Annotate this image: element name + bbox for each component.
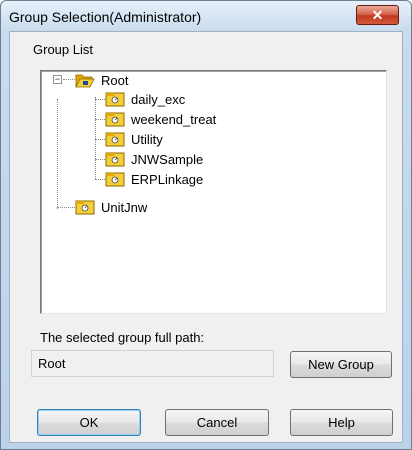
tree-connector bbox=[95, 139, 105, 140]
group-list-label: Group List bbox=[33, 42, 93, 57]
tree-node-label: weekend_treat bbox=[131, 111, 217, 127]
tree-connector bbox=[95, 119, 105, 120]
tree-node-label: Root bbox=[101, 72, 129, 88]
cancel-button[interactable]: Cancel bbox=[165, 409, 269, 436]
tree-node-label: UnitJnw bbox=[101, 199, 148, 215]
tree-node-weekend-treat[interactable]: weekend_treat bbox=[105, 110, 216, 128]
tree-node-unitjnw[interactable]: UnitJnw bbox=[75, 198, 147, 216]
group-tree[interactable]: − Root daily_exc weekend_treat Utility J… bbox=[40, 70, 387, 314]
close-button[interactable]: ✕ bbox=[356, 5, 399, 25]
tree-node-root[interactable]: Root bbox=[75, 71, 128, 89]
tree-connector bbox=[95, 159, 105, 160]
open-folder-icon bbox=[75, 74, 95, 88]
tree-connector bbox=[57, 99, 58, 209]
help-button[interactable]: Help bbox=[290, 409, 393, 436]
dialog-client-area: Group List − Root daily_exc weekend_trea… bbox=[9, 31, 403, 443]
new-group-button[interactable]: New Group bbox=[290, 351, 392, 378]
ok-button[interactable]: OK bbox=[37, 409, 141, 436]
tree-connector bbox=[95, 97, 96, 179]
selected-path-field: Root bbox=[31, 350, 274, 377]
tree-node-label: ERPLinkage bbox=[131, 171, 204, 187]
collapse-toggle-root[interactable]: − bbox=[53, 75, 62, 84]
window-title: Group Selection(Administrator) bbox=[9, 9, 202, 25]
group-folder-icon bbox=[105, 132, 125, 147]
tree-connector bbox=[95, 179, 105, 180]
tree-connector bbox=[95, 99, 105, 100]
group-folder-icon bbox=[75, 200, 95, 215]
tree-node-erplinkage[interactable]: ERPLinkage bbox=[105, 170, 203, 188]
tree-node-daily-exc[interactable]: daily_exc bbox=[105, 90, 185, 108]
tree-node-utility[interactable]: Utility bbox=[105, 130, 163, 148]
group-folder-icon bbox=[105, 92, 125, 107]
tree-node-label: JNWSample bbox=[131, 151, 204, 167]
tree-node-jnwsample[interactable]: JNWSample bbox=[105, 150, 203, 168]
tree-connector bbox=[63, 79, 75, 80]
selected-path-label: The selected group full path: bbox=[40, 330, 205, 345]
tree-connector bbox=[57, 207, 75, 208]
group-folder-icon bbox=[105, 152, 125, 167]
tree-node-label: Utility bbox=[131, 131, 163, 147]
group-folder-icon bbox=[105, 172, 125, 187]
title-bar[interactable]: Group Selection(Administrator) ✕ bbox=[1, 1, 411, 31]
dialog-window: Group Selection(Administrator) ✕ Group L… bbox=[0, 0, 412, 450]
group-folder-icon bbox=[105, 112, 125, 127]
tree-node-label: daily_exc bbox=[131, 91, 186, 107]
